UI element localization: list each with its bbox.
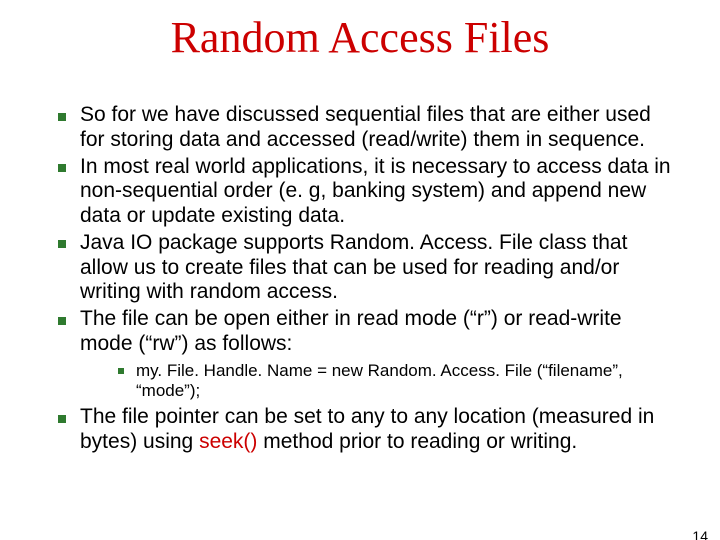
sub-bullet-list: my. File. Handle. Name = new Random. Acc… (108, 361, 674, 402)
code-keyword: seek() (199, 430, 257, 453)
slide-content: So for we have discussed sequential file… (0, 103, 720, 455)
bullet-item: So for we have discussed sequential file… (46, 103, 674, 153)
bullet-item: The file can be open either in read mode… (46, 307, 674, 401)
bullet-item: Java IO package supports Random. Access.… (46, 231, 674, 305)
bullet-list: So for we have discussed sequential file… (46, 103, 674, 455)
bullet-text-part: method prior to reading or writing. (257, 430, 577, 453)
bullet-item: The file pointer can be set to any to an… (46, 405, 674, 455)
bullet-item: In most real world applications, it is n… (46, 155, 674, 229)
page-number: 14 (692, 528, 708, 540)
bullet-text: The file can be open either in read mode… (80, 307, 622, 355)
slide-title: Random Access Files (0, 12, 720, 63)
slide: Random Access Files So for we have discu… (0, 12, 720, 540)
sub-bullet-item: my. File. Handle. Name = new Random. Acc… (108, 361, 674, 402)
